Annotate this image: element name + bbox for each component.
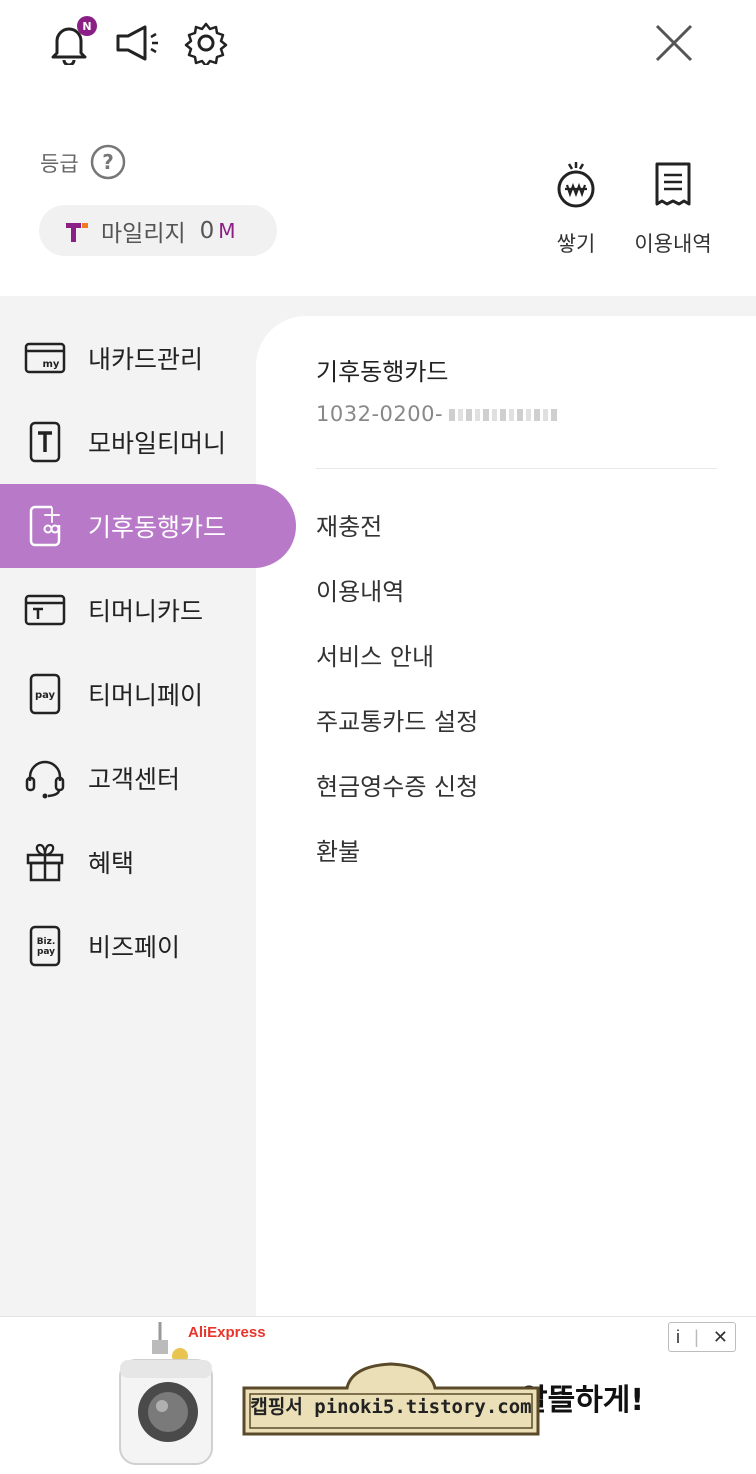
menu-item-service-guide[interactable]: 서비스 안내	[316, 637, 434, 672]
help-icon[interactable]: ?	[90, 144, 126, 180]
sidebar-item-label: 고객센터	[88, 765, 181, 794]
mileage-pill[interactable]: 마일리지 0 M	[39, 205, 277, 256]
mileage-value: 0	[199, 217, 215, 244]
mileage-unit: M	[218, 218, 236, 243]
divider	[316, 468, 717, 469]
ad-controls-separator: |	[694, 1326, 699, 1347]
masked-card-digits	[449, 409, 560, 421]
tmoney-card-icon	[24, 589, 66, 631]
sidebar-item-label: 비즈페이	[88, 933, 181, 962]
sidebar-item-customer-center[interactable]: 고객센터	[0, 736, 296, 820]
svg-text:Biz.: Biz.	[37, 937, 56, 947]
receipt-icon	[649, 160, 697, 208]
sidebar-item-mobile-tmoney[interactable]: 모바일티머니	[0, 400, 296, 484]
sidebar-item-benefits[interactable]: 혜택	[0, 820, 296, 904]
climate-card-icon	[24, 505, 66, 547]
menu-item-usage-history[interactable]: 이용내역	[316, 572, 404, 607]
earn-label: 쌓기	[556, 232, 596, 256]
headset-icon	[24, 757, 66, 799]
usage-history-label: 이용내역	[634, 232, 712, 256]
gift-icon	[24, 841, 66, 883]
earn-button[interactable]: 쌓기	[526, 160, 626, 258]
menu-item-cash-receipt[interactable]: 현금영수증 신청	[316, 767, 478, 802]
tmoney-logo-icon	[63, 217, 91, 245]
sidebar-item-label: 모바일티머니	[88, 429, 227, 458]
ad-info-icon[interactable]: i	[676, 1327, 680, 1348]
sidebar-item-tmoney-card[interactable]: 티머니카드	[0, 568, 296, 652]
card-number-prefix: 1032-0200-	[316, 402, 444, 426]
sidebar-item-label: 내카드관리	[88, 345, 204, 374]
ad-close-icon[interactable]: ✕	[713, 1327, 728, 1348]
svg-text:?: ?	[102, 150, 114, 174]
mileage-label: 마일리지	[101, 220, 186, 247]
mobile-tmoney-icon	[24, 421, 66, 463]
svg-text:pay: pay	[37, 947, 55, 957]
ad-brand: AliExpress	[188, 1324, 266, 1341]
usage-history-button[interactable]: 이용내역	[623, 160, 723, 258]
sidebar-item-label: 티머니카드	[88, 597, 204, 626]
gear-icon[interactable]	[181, 18, 231, 68]
sidebar-item-my-card[interactable]: my 내카드관리	[0, 316, 296, 400]
megaphone-icon[interactable]	[112, 18, 162, 68]
sidebar-item-tmoney-pay[interactable]: pay 티머니페이	[0, 652, 296, 736]
menu-item-main-card-setting[interactable]: 주교통카드 설정	[316, 702, 478, 737]
top-bar: N	[0, 0, 756, 90]
menu-item-recharge[interactable]: 재충전	[316, 507, 382, 542]
my-card-icon: my	[24, 337, 66, 379]
card-title: 기후동행카드	[316, 358, 449, 386]
ad-controls[interactable]: i | ✕	[668, 1322, 736, 1352]
svg-text:my: my	[43, 359, 60, 370]
svg-text:pay: pay	[35, 690, 56, 701]
menu-item-refund[interactable]: 환불	[316, 832, 360, 867]
card-number: 1032-0200-	[316, 402, 560, 426]
sidebar-item-climate-card[interactable]: 기후동행카드	[0, 484, 296, 568]
coin-pouch-icon	[552, 160, 600, 208]
tmoney-pay-icon: pay	[24, 673, 66, 715]
notification-badge: N	[77, 16, 97, 36]
close-icon[interactable]	[649, 18, 699, 68]
sidebar-item-biz-pay[interactable]: Biz. pay 비즈페이	[0, 904, 296, 988]
biz-pay-icon: Biz. pay	[24, 925, 66, 967]
grade-label: 등급	[40, 152, 79, 176]
sidebar-item-label: 기후동행카드	[88, 513, 227, 542]
watermark-text: 캡핑서 pinoki5.tistory.com	[250, 1396, 532, 1418]
content-panel	[256, 316, 756, 1316]
ad-product-image[interactable]	[116, 1320, 216, 1468]
sidebar-item-label: 티머니페이	[88, 681, 204, 710]
sidebar-item-label: 혜택	[88, 849, 135, 878]
